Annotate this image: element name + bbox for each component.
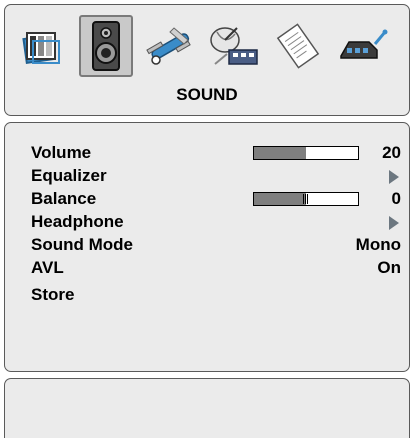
- volume-label: Volume: [31, 143, 92, 162]
- picture-icon: [22, 32, 60, 64]
- volume-fill: [254, 147, 306, 159]
- headphone-label: Headphone: [31, 212, 124, 231]
- balance-row[interactable]: Balance 0: [31, 189, 403, 211]
- balance-slider[interactable]: [253, 192, 359, 206]
- tab-source[interactable]: [271, 15, 325, 77]
- headphone-row[interactable]: Headphone: [31, 212, 403, 234]
- store-label: Store: [31, 285, 75, 304]
- equalizer-label: Equalizer: [31, 166, 107, 185]
- tools-icon: [146, 27, 191, 65]
- headphone-arrow-icon[interactable]: [389, 216, 399, 230]
- info-panel: [4, 378, 410, 438]
- equalizer-arrow-icon[interactable]: [389, 170, 399, 184]
- menu-tab-bar: [13, 15, 405, 77]
- sound-mode-value: Mono: [355, 235, 401, 254]
- avl-value: On: [377, 258, 401, 277]
- volume-row[interactable]: Volume 20: [31, 143, 403, 165]
- satellite-dish-icon: [210, 27, 258, 65]
- menu-header-panel: SOUND: [4, 4, 410, 116]
- balance-position-marker: [303, 194, 309, 204]
- balance-fill: [254, 193, 306, 205]
- tab-connection[interactable]: [335, 15, 389, 77]
- speaker-icon: [92, 21, 120, 71]
- balance-label: Balance: [31, 189, 97, 208]
- tab-install[interactable]: [207, 15, 261, 77]
- document-icon: [276, 23, 320, 69]
- avl-row[interactable]: AVL On: [31, 258, 403, 280]
- volume-slider[interactable]: [253, 146, 359, 160]
- equalizer-row[interactable]: Equalizer: [31, 166, 403, 188]
- tab-picture[interactable]: [15, 15, 69, 77]
- sound-settings-panel: Volume 20 Equalizer Balance 0 Headphone …: [4, 122, 410, 372]
- connector-icon: [340, 29, 388, 59]
- balance-value: 0: [391, 189, 401, 208]
- sound-mode-label: Sound Mode: [31, 235, 133, 254]
- sound-mode-row[interactable]: Sound Mode Mono: [31, 235, 403, 257]
- avl-label: AVL: [31, 258, 64, 277]
- tab-sound[interactable]: [79, 15, 133, 77]
- store-row[interactable]: Store: [31, 285, 403, 307]
- volume-value: 20: [382, 143, 401, 162]
- menu-title: SOUND: [176, 85, 238, 104]
- tab-features[interactable]: [143, 15, 197, 77]
